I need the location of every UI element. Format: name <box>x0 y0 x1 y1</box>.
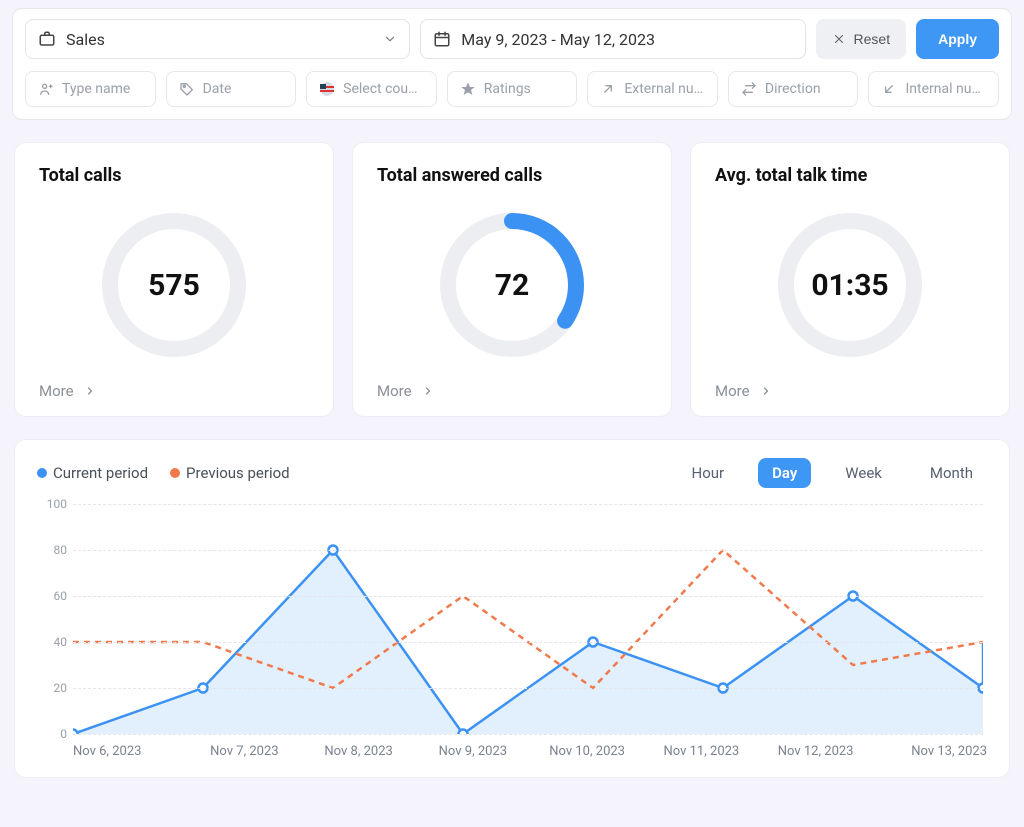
briefcase-icon <box>38 30 56 48</box>
chevron-right-icon <box>422 385 434 397</box>
dot-icon <box>37 468 47 478</box>
more-label: More <box>715 382 750 400</box>
card-title: Total answered calls <box>377 165 647 186</box>
chart-plot: 020406080100 <box>73 504 983 734</box>
filter-label: Type name <box>62 81 130 97</box>
arrow-in-icon <box>881 81 897 97</box>
chevron-down-icon <box>383 32 397 46</box>
apply-button[interactable]: Apply <box>916 19 999 59</box>
filter-label: Ratings <box>484 81 531 97</box>
card-title: Avg. total talk time <box>715 165 985 186</box>
y-tick: 60 <box>37 589 67 603</box>
chart-x-axis: Nov 6, 2023Nov 7, 2023Nov 8, 2023Nov 9, … <box>73 744 987 759</box>
reset-button[interactable]: Reset <box>816 19 907 59</box>
apply-label: Apply <box>938 31 977 47</box>
flag-us-icon <box>319 81 335 97</box>
more-link[interactable]: More <box>377 370 647 400</box>
legend-item-previous: Previous period <box>170 464 290 482</box>
granularity-month[interactable]: Month <box>916 458 987 488</box>
granularity-day[interactable]: Day <box>758 458 811 488</box>
x-tick: Nov 9, 2023 <box>416 744 530 759</box>
gauge: 01:35 <box>715 200 985 370</box>
x-tick: Nov 6, 2023 <box>73 744 187 759</box>
filter-bar: Sales May 9, 2023 - May 12, 2023 Reset A… <box>12 8 1012 120</box>
group-select[interactable]: Sales <box>25 19 410 59</box>
more-label: More <box>377 382 412 400</box>
legend-item-current: Current period <box>37 464 148 482</box>
card-avg-talk-time: Avg. total talk time 01:35 More <box>690 142 1010 417</box>
card-total-calls: Total calls 575 More <box>14 142 334 417</box>
close-icon <box>832 32 846 46</box>
kpi-cards-row: Total calls 575 More Total answered call… <box>14 142 1010 417</box>
filter-label: Internal num... <box>905 81 986 97</box>
more-label: More <box>39 382 74 400</box>
dot-icon <box>170 468 180 478</box>
chart-legend: Current period Previous period <box>37 464 290 482</box>
filter-direction[interactable]: Direction <box>728 71 859 107</box>
date-range-value: May 9, 2023 - May 12, 2023 <box>461 30 655 49</box>
filter-label: Select country <box>343 81 424 97</box>
filter-row-main: Sales May 9, 2023 - May 12, 2023 Reset A… <box>25 19 999 59</box>
card-title: Total calls <box>39 165 309 186</box>
granularity-hour[interactable]: Hour <box>678 458 739 488</box>
y-tick: 100 <box>37 497 67 511</box>
gauge: 575 <box>39 200 309 370</box>
filter-label: Direction <box>765 81 821 97</box>
card-value: 01:35 <box>770 205 930 365</box>
filter-label: External num.. <box>624 81 705 97</box>
card-value: 72 <box>432 205 592 365</box>
y-tick: 20 <box>37 681 67 695</box>
calendar-icon <box>433 30 451 48</box>
x-tick: Nov 13, 2023 <box>873 744 987 759</box>
chart-card: Current period Previous period Hour Day … <box>14 439 1010 778</box>
y-tick: 0 <box>37 727 67 741</box>
star-icon <box>460 81 476 97</box>
chevron-right-icon <box>760 385 772 397</box>
y-tick: 40 <box>37 635 67 649</box>
x-tick: Nov 10, 2023 <box>530 744 644 759</box>
filter-label: Date <box>203 81 232 97</box>
x-tick: Nov 12, 2023 <box>759 744 873 759</box>
group-select-value: Sales <box>66 30 105 49</box>
user-icon <box>38 81 54 97</box>
filter-internal-number[interactable]: Internal num... <box>868 71 999 107</box>
card-answered-calls: Total answered calls 72 More <box>352 142 672 417</box>
granularity-toggle: Hour Day Week Month <box>678 458 987 488</box>
chart-header: Current period Previous period Hour Day … <box>37 458 987 488</box>
x-tick: Nov 7, 2023 <box>187 744 301 759</box>
more-link[interactable]: More <box>39 370 309 400</box>
filter-external-number[interactable]: External num.. <box>587 71 718 107</box>
filter-date[interactable]: Date <box>166 71 297 107</box>
x-tick: Nov 8, 2023 <box>302 744 416 759</box>
filter-row-chips: Type name Date Select country Ratings Ex… <box>25 71 999 107</box>
card-value: 575 <box>94 205 254 365</box>
tag-icon <box>179 81 195 97</box>
more-link[interactable]: More <box>715 370 985 400</box>
filter-type-name[interactable]: Type name <box>25 71 156 107</box>
date-range-select[interactable]: May 9, 2023 - May 12, 2023 <box>420 19 805 59</box>
gauge: 72 <box>377 200 647 370</box>
arrow-out-icon <box>600 81 616 97</box>
y-tick: 80 <box>37 543 67 557</box>
reset-label: Reset <box>854 31 891 47</box>
granularity-week[interactable]: Week <box>831 458 896 488</box>
filter-ratings[interactable]: Ratings <box>447 71 578 107</box>
x-tick: Nov 11, 2023 <box>644 744 758 759</box>
filter-country[interactable]: Select country <box>306 71 437 107</box>
swap-icon <box>741 81 757 97</box>
chevron-right-icon <box>84 385 96 397</box>
